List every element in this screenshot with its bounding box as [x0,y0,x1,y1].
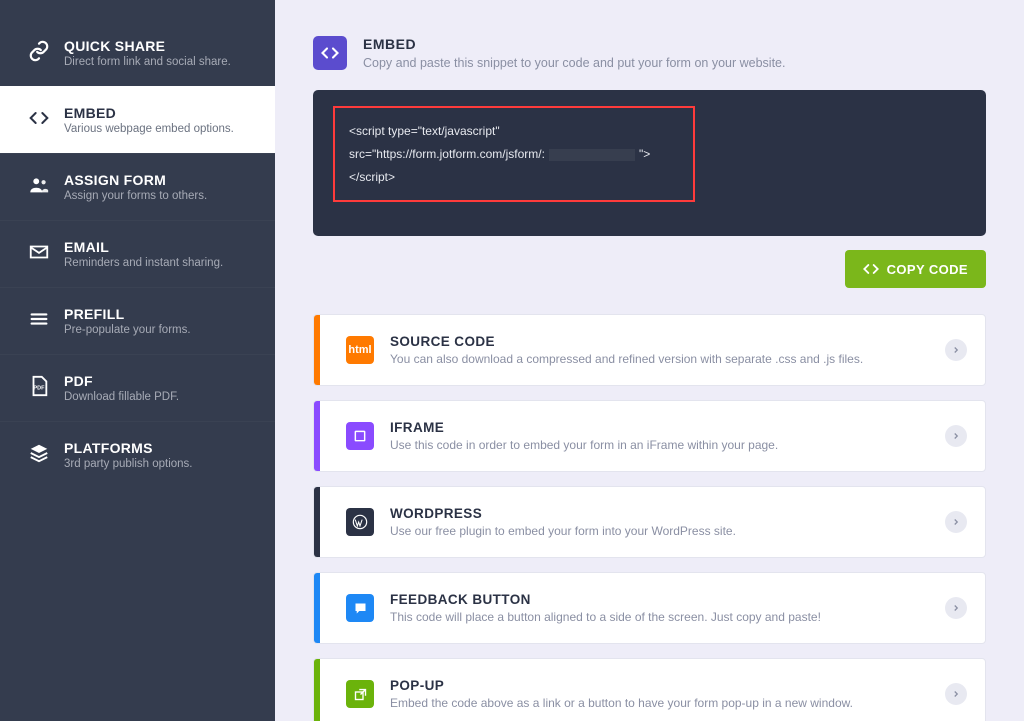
chevron-right-icon [945,511,967,533]
chevron-right-icon [945,425,967,447]
code-icon [28,107,50,129]
sidebar-item-title: PREFILL [64,306,191,322]
page-subtitle: Copy and paste this snippet to your code… [363,56,785,70]
sidebar-item-title: PLATFORMS [64,440,193,456]
sidebar-item-sub: Reminders and instant sharing. [64,257,223,269]
code-line: <script type="text/javascript" [349,120,679,143]
link-icon [28,40,50,62]
option-sub: Use this code in order to embed your for… [390,438,929,452]
sidebar-item-title: PDF [64,373,179,389]
sidebar-item-prefill[interactable]: PREFILL Pre-populate your forms. [0,287,275,354]
chevron-right-icon [945,597,967,619]
sidebar-item-platforms[interactable]: PLATFORMS 3rd party publish options. [0,421,275,488]
copy-button-label: COPY CODE [887,262,968,277]
sidebar-item-assign-form[interactable]: ASSIGN FORM Assign your forms to others. [0,153,275,220]
sidebar-item-pdf[interactable]: PDF PDF Download fillable PDF. [0,354,275,421]
embed-options-list: html SOURCE CODE You can also download a… [313,314,986,721]
sidebar-item-quick-share[interactable]: QUICK SHARE Direct form link and social … [0,20,275,86]
page-title: EMBED [363,36,785,52]
code-line: src="https://form.jotform.com/jsform/:">… [349,143,679,189]
svg-text:PDF: PDF [34,386,46,392]
chevron-right-icon [945,339,967,361]
code-highlight: <script type="text/javascript" src="http… [333,106,695,202]
option-sub: Embed the code above as a link or a butt… [390,696,929,710]
main-content: EMBED Copy and paste this snippet to you… [275,0,1024,721]
popup-icon [346,680,374,708]
wordpress-icon [346,508,374,536]
option-title: WORDPRESS [390,506,929,521]
option-sub: You can also download a compressed and r… [390,352,929,366]
embed-header: EMBED Copy and paste this snippet to you… [313,36,986,70]
option-iframe[interactable]: IFRAME Use this code in order to embed y… [313,400,986,472]
sidebar-item-title: EMAIL [64,239,223,255]
option-title: FEEDBACK BUTTON [390,592,929,607]
option-title: IFRAME [390,420,929,435]
sidebar-item-title: EMBED [64,105,234,121]
mail-icon [28,241,50,263]
sidebar-item-sub: Various webpage embed options. [64,123,234,135]
chat-icon [346,594,374,622]
option-sub: This code will place a button aligned to… [390,610,929,624]
code-snippet-box[interactable]: <script type="text/javascript" src="http… [313,90,986,236]
option-feedback-button[interactable]: FEEDBACK BUTTON This code will place a b… [313,572,986,644]
sidebar-item-sub: Pre-populate your forms. [64,324,191,336]
sidebar: QUICK SHARE Direct form link and social … [0,0,275,721]
pdf-icon: PDF [28,375,50,397]
code-icon [313,36,347,70]
sidebar-item-email[interactable]: EMAIL Reminders and instant sharing. [0,220,275,287]
option-wordpress[interactable]: WORDPRESS Use our free plugin to embed y… [313,486,986,558]
option-popup[interactable]: POP-UP Embed the code above as a link or… [313,658,986,721]
html-icon: html [346,336,374,364]
redacted-id [549,149,635,161]
sidebar-item-sub: Download fillable PDF. [64,391,179,403]
sidebar-item-embed[interactable]: EMBED Various webpage embed options. [0,86,275,153]
sidebar-item-sub: 3rd party publish options. [64,458,193,470]
sidebar-item-title: ASSIGN FORM [64,172,207,188]
users-icon [28,174,50,196]
sidebar-item-title: QUICK SHARE [64,38,231,54]
sidebar-item-sub: Assign your forms to others. [64,190,207,202]
layers-icon [28,442,50,464]
chevron-right-icon [945,683,967,705]
option-title: POP-UP [390,678,929,693]
code-icon [863,261,879,277]
list-icon [28,308,50,330]
sidebar-item-sub: Direct form link and social share. [64,56,231,68]
frame-icon [346,422,374,450]
option-source-code[interactable]: html SOURCE CODE You can also download a… [313,314,986,386]
option-title: SOURCE CODE [390,334,929,349]
option-sub: Use our free plugin to embed your form i… [390,524,929,538]
copy-code-button[interactable]: COPY CODE [845,250,986,288]
